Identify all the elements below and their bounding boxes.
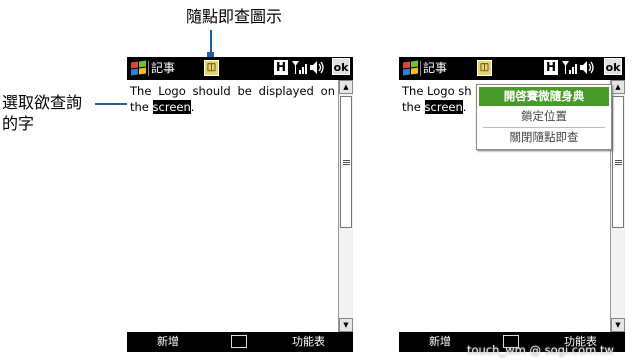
signal-icon[interactable] — [561, 60, 577, 75]
vertical-scrollbar[interactable]: ▲ ▼ — [338, 80, 353, 332]
speaker-icon[interactable] — [579, 60, 595, 75]
title-separator — [420, 61, 421, 76]
thumb-grip — [615, 162, 622, 163]
callout-select-word-label-2: 的字 — [2, 114, 35, 133]
lookup-icon[interactable]: ◫ — [204, 60, 219, 76]
app-title: 記事 — [423, 61, 448, 75]
softkey-new[interactable]: 新增 — [157, 334, 179, 350]
app-title: 記事 — [151, 61, 176, 75]
vertical-scrollbar[interactable]: ▲ ▼ — [610, 80, 625, 332]
title-bar: 記事 ◫ H ok — [127, 57, 353, 80]
ok-button[interactable]: ok — [332, 58, 350, 75]
note-text-after: . — [190, 100, 195, 114]
note-text-before: the — [402, 100, 425, 114]
scroll-up-button[interactable]: ▲ — [611, 80, 625, 94]
h-icon: H — [274, 60, 288, 75]
menu-item-close-lookup[interactable]: 關閉隨點即查 — [479, 128, 609, 147]
keyboard-icon[interactable] — [231, 335, 247, 348]
scroll-down-button[interactable]: ▼ — [339, 318, 353, 332]
title-separator — [148, 61, 149, 76]
windows-start-icon[interactable] — [402, 60, 420, 77]
thumb-grip — [343, 164, 350, 165]
speaker-icon[interactable] — [309, 60, 325, 75]
scroll-thumb[interactable] — [340, 96, 352, 228]
softkey-new[interactable]: 新增 — [429, 334, 451, 350]
h-icon: H — [544, 60, 558, 75]
lookup-popup-menu: 開啓賽微隨身典 鎖定位置 關閉隨點即查 — [476, 84, 612, 150]
ok-button[interactable]: ok — [604, 58, 622, 75]
selected-word[interactable]: screen — [424, 100, 463, 114]
softkey-menu[interactable]: 功能表 — [292, 334, 325, 350]
windows-start-icon[interactable] — [130, 60, 148, 77]
scroll-thumb[interactable] — [612, 96, 624, 228]
callout-select-word-label-1: 選取欲查詢 — [2, 93, 83, 112]
selected-word[interactable]: screen — [152, 100, 191, 114]
note-text[interactable]: The Logo should be displayed on the scre… — [130, 83, 335, 115]
watermark: touch_wm @ sogi.com.tw — [467, 343, 614, 357]
soft-key-bar: 新增 功能表 — [127, 332, 353, 352]
phone-screen-2: 記事 ◫ H ok The Logo sh the screen. ▲ ▼ 開啓 — [399, 57, 625, 352]
thumb-grip — [343, 162, 350, 163]
menu-item-lock-position[interactable]: 鎖定位置 — [479, 107, 609, 126]
thumb-grip — [343, 160, 350, 161]
note-text-after: . — [462, 100, 467, 114]
lookup-icon[interactable]: ◫ — [477, 60, 492, 76]
scroll-up-button[interactable]: ▲ — [339, 80, 353, 94]
thumb-grip — [615, 160, 622, 161]
signal-icon[interactable] — [291, 60, 307, 75]
scroll-down-button[interactable]: ▼ — [611, 318, 625, 332]
title-bar: 記事 ◫ H ok — [399, 57, 625, 80]
note-content[interactable]: The Logo should be displayed on the scre… — [127, 80, 338, 332]
phone-screen-1: 記事 ◫ H ok The Logo should be displayed o… — [127, 57, 353, 352]
callout-lookup-icon-label: 隨點即查圖示 — [186, 7, 283, 26]
thumb-grip — [615, 164, 622, 165]
menu-item-open-dictionary[interactable]: 開啓賽微隨身典 — [479, 87, 609, 106]
